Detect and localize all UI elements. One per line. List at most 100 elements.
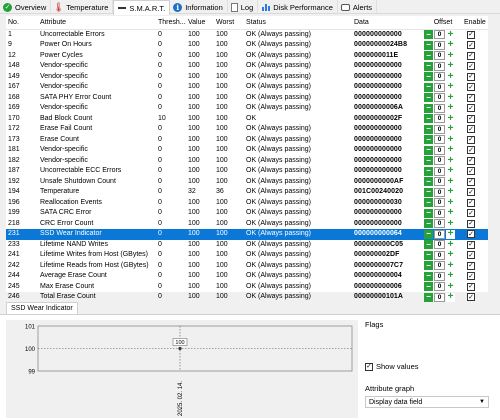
enable-checkbox[interactable]: ✓ <box>467 72 475 81</box>
header-data[interactable]: Data <box>352 16 422 30</box>
enable-checkbox[interactable]: ✓ <box>467 83 475 91</box>
tab-ssd-wear-indicator[interactable]: SSD Wear Indicator <box>6 302 78 314</box>
minus-icon[interactable]: − <box>424 51 433 61</box>
table-row[interactable]: 218 CRC Error Count 0 100 100 OK (Always pass… <box>6 219 488 230</box>
header-attribute[interactable]: Attribute <box>38 16 156 30</box>
enable-checkbox[interactable]: ✓ <box>467 240 475 249</box>
table-row[interactable]: 1 Uncorrectable Errors 0 100 100 OK (Always p… <box>6 29 488 40</box>
table-row[interactable]: 12 Power Cycles 0 100 100 OK (Always passing)… <box>6 51 488 62</box>
offset-value[interactable]: 0 <box>434 61 445 71</box>
table-row[interactable]: 192 Unsafe Shutdown Count 0 100 100 OK (Alway… <box>6 177 488 188</box>
minus-icon[interactable]: − <box>424 282 433 292</box>
offset-value[interactable]: 0 <box>434 219 445 229</box>
minus-icon[interactable]: − <box>424 250 433 260</box>
offset-value[interactable]: 0 <box>434 103 445 113</box>
enable-checkbox[interactable]: ✓ <box>467 167 475 175</box>
offset-value[interactable]: 0 <box>434 124 445 134</box>
header-worst[interactable]: Worst <box>214 16 244 30</box>
tab-smart[interactable]: S.M.A.R.T. <box>113 0 171 15</box>
plus-icon[interactable]: + <box>446 229 455 239</box>
enable-checkbox[interactable]: ✓ <box>467 135 475 144</box>
plus-icon[interactable]: + <box>446 282 455 292</box>
header-value[interactable]: Value <box>186 16 214 30</box>
minus-icon[interactable]: − <box>424 271 433 281</box>
minus-icon[interactable]: − <box>424 40 433 50</box>
plus-icon[interactable]: + <box>446 219 455 229</box>
tab-overview[interactable]: ✓ Overview <box>0 0 52 14</box>
offset-value[interactable]: 0 <box>434 187 445 197</box>
plus-icon[interactable]: + <box>446 72 455 82</box>
offset-value[interactable]: 0 <box>434 292 445 302</box>
offset-value[interactable]: 0 <box>434 135 445 145</box>
show-values-option[interactable]: ✓ Show values <box>365 362 419 371</box>
offset-value[interactable]: 0 <box>434 82 445 92</box>
enable-checkbox[interactable]: ✓ <box>467 219 475 228</box>
offset-value[interactable]: 0 <box>434 51 445 61</box>
table-row[interactable]: 199 SATA CRC Error 0 100 100 OK (Always passi… <box>6 208 488 219</box>
enable-checkbox[interactable]: ✓ <box>467 209 475 217</box>
header-threshold[interactable]: Thresh... <box>156 16 186 30</box>
tab-information[interactable]: i Information <box>170 0 228 14</box>
table-row[interactable]: 245 Max Erase Count 0 100 100 OK (Always pass… <box>6 282 488 293</box>
plus-icon[interactable]: + <box>446 114 455 124</box>
plus-icon[interactable]: + <box>446 261 455 271</box>
plus-icon[interactable]: + <box>446 40 455 50</box>
attribute-graph-select[interactable]: Display data field ▼ <box>365 396 489 408</box>
plus-icon[interactable]: + <box>446 271 455 281</box>
show-values-checkbox[interactable]: ✓ <box>365 362 373 371</box>
minus-icon[interactable]: − <box>424 114 433 124</box>
offset-value[interactable]: 0 <box>434 250 445 260</box>
header-offset[interactable]: Offset <box>422 16 462 30</box>
plus-icon[interactable]: + <box>446 250 455 260</box>
plus-icon[interactable]: + <box>446 124 455 134</box>
offset-value[interactable]: 0 <box>434 282 445 292</box>
enable-checkbox[interactable]: ✓ <box>467 30 475 39</box>
header-no[interactable]: No. <box>6 16 38 30</box>
offset-value[interactable]: 0 <box>434 240 445 250</box>
minus-icon[interactable]: − <box>424 292 433 302</box>
enable-checkbox[interactable]: ✓ <box>467 188 475 196</box>
enable-checkbox[interactable]: ✓ <box>467 146 475 154</box>
tab-log[interactable]: Log <box>228 0 259 14</box>
plus-icon[interactable]: + <box>446 156 455 166</box>
table-row[interactable]: 169 Vendor-specific 0 100 100 OK (Always pass… <box>6 103 488 114</box>
plus-icon[interactable]: + <box>446 29 455 40</box>
minus-icon[interactable]: − <box>424 82 433 92</box>
table-row[interactable]: 194 Temperature 0 32 36 OK (Always passing) 00… <box>6 187 488 198</box>
minus-icon[interactable]: − <box>424 103 433 113</box>
minus-icon[interactable]: − <box>424 187 433 197</box>
offset-value[interactable]: 0 <box>434 271 445 281</box>
offset-value[interactable]: 0 <box>434 145 445 155</box>
table-row[interactable]: 181 Vendor-specific 0 100 100 OK (Always pass… <box>6 145 488 156</box>
plus-icon[interactable]: + <box>446 145 455 155</box>
enable-checkbox[interactable]: ✓ <box>467 251 475 259</box>
plus-icon[interactable]: + <box>446 166 455 176</box>
offset-value[interactable]: 0 <box>434 177 445 187</box>
offset-value[interactable]: 0 <box>434 166 445 176</box>
offset-value[interactable]: 0 <box>434 72 445 82</box>
minus-icon[interactable]: − <box>424 177 433 187</box>
plus-icon[interactable]: + <box>446 177 455 187</box>
table-row[interactable]: 242 Lifetime Reads from Host (GBytes) 0 100… <box>6 261 488 272</box>
minus-icon[interactable]: − <box>424 72 433 82</box>
enable-checkbox[interactable]: ✓ <box>467 261 475 270</box>
minus-icon[interactable]: − <box>424 61 433 71</box>
offset-value[interactable]: 0 <box>434 93 445 103</box>
enable-checkbox[interactable]: ✓ <box>467 51 475 60</box>
table-row[interactable]: 168 SATA PHY Error Count 0 100 100 OK (Always… <box>6 93 488 104</box>
enable-checkbox[interactable]: ✓ <box>467 198 475 207</box>
table-row[interactable]: 149 Vendor-specific 0 100 100 OK (Always pass… <box>6 72 488 83</box>
minus-icon[interactable]: − <box>424 240 433 250</box>
plus-icon[interactable]: + <box>446 208 455 218</box>
offset-value[interactable]: 0 <box>434 156 445 166</box>
enable-checkbox[interactable]: ✓ <box>467 230 475 238</box>
minus-icon[interactable]: − <box>424 166 433 176</box>
table-row[interactable]: 182 Vendor-specific 0 100 100 OK (Always pass… <box>6 156 488 167</box>
table-row[interactable]: 170 Bad Block Count 10 100 100 OK 00000000002F… <box>6 114 488 125</box>
minus-icon[interactable]: − <box>424 124 433 134</box>
minus-icon[interactable]: − <box>424 208 433 218</box>
enable-checkbox[interactable]: ✓ <box>467 156 475 165</box>
enable-checkbox[interactable]: ✓ <box>467 125 475 133</box>
minus-icon[interactable]: − <box>424 156 433 166</box>
tab-temperature[interactable]: 🌡 Temperature <box>51 0 114 14</box>
